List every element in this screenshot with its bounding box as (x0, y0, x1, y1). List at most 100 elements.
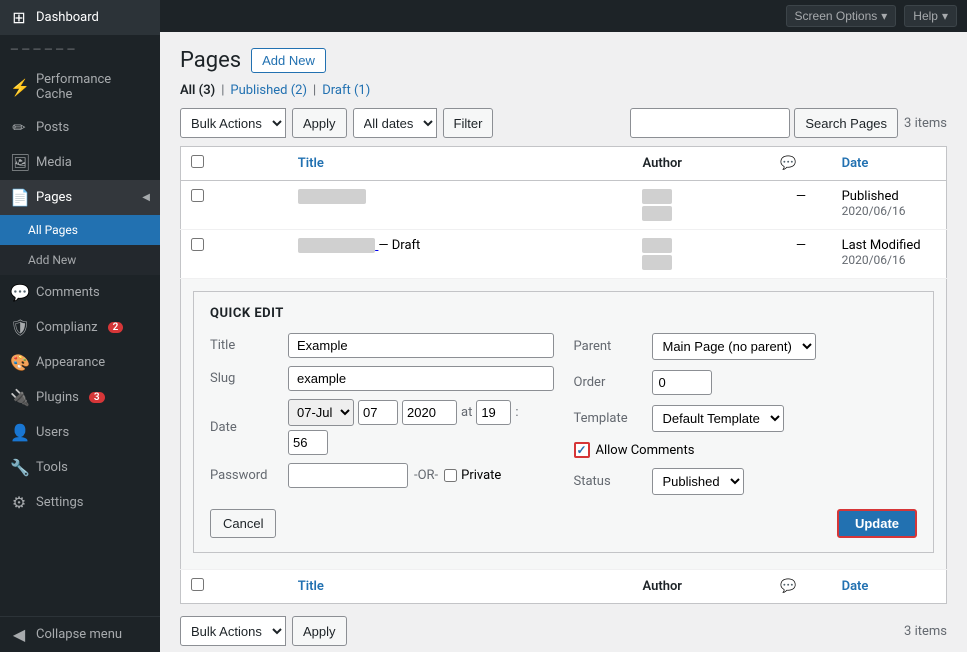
dates-filter-group: All dates Filter (353, 108, 494, 138)
row1-title-link[interactable] (298, 189, 366, 204)
qe-template-select[interactable]: Default Template (652, 405, 784, 432)
sidebar-item-add-new[interactable]: Add New (0, 245, 160, 275)
qe-month-select[interactable]: 07-Jul (288, 399, 354, 426)
sidebar-item-all-pages[interactable]: All Pages (0, 215, 160, 245)
dates-select[interactable]: All dates (353, 108, 437, 138)
sidebar-item-performance-cache[interactable]: ⚡ Performance Cache (0, 64, 160, 110)
sidebar-item-tools[interactable]: 🔧 Tools (0, 450, 160, 485)
apply-button-bottom[interactable]: Apply (292, 616, 347, 646)
qe-year-input[interactable] (402, 400, 457, 425)
qe-seconds-input[interactable] (288, 430, 328, 455)
table-row: — Draft — Last Modified 2020/06/16 (181, 230, 947, 279)
collapse-icon: ◀ (10, 625, 28, 644)
tablenav-bottom: Bulk Actions Apply 3 items (180, 608, 947, 652)
sidebar-item-comments[interactable]: 💬 Comments (0, 275, 160, 310)
pages-table: Title Author 💬 Date (180, 146, 947, 604)
help-arrow-icon: ▾ (942, 9, 948, 23)
qe-date-row: 07-Jul at : (288, 399, 518, 426)
sidebar-item-plugins[interactable]: 🔌 Plugins 3 (0, 380, 160, 415)
qe-order-field: Order (574, 370, 918, 395)
row1-checkbox[interactable] (191, 189, 204, 202)
footer-select-all-checkbox[interactable] (191, 578, 204, 591)
footer-author-col: Author (632, 570, 770, 604)
date-sort-link[interactable]: Date (842, 156, 869, 171)
sidebar-item-posts[interactable]: ✏ Posts (0, 110, 160, 145)
items-count-top: 3 items (904, 116, 947, 131)
qe-slug-label: Slug (210, 371, 280, 386)
search-input[interactable] (630, 108, 790, 138)
comment-icon: 💬 (780, 156, 796, 171)
qe-order-input[interactable] (652, 370, 712, 395)
row1-author-text2 (642, 206, 671, 221)
row1-comment-cell: — (770, 181, 831, 230)
sidebar-item-label: Comments (36, 285, 100, 300)
quick-edit-update-button[interactable]: Update (837, 509, 917, 538)
footer-title-sort-link[interactable]: Title (298, 579, 324, 594)
qe-day-input[interactable] (358, 400, 398, 425)
row1-date-cell: Published 2020/06/16 (832, 181, 947, 230)
sidebar-item-label: Tools (36, 460, 68, 475)
qe-colon: : (515, 405, 518, 420)
sidebar-item-pages[interactable]: 📄 Pages ◀ (0, 180, 160, 215)
qe-private-checkbox[interactable] (444, 469, 457, 482)
search-pages-area: Search Pages (630, 108, 898, 138)
bulk-actions-group: Bulk Actions Apply (180, 108, 347, 138)
qe-slug-field: Slug (210, 366, 554, 391)
sidebar-item-label: Performance Cache (36, 72, 150, 102)
qe-password-label: Password (210, 468, 280, 483)
select-all-checkbox[interactable] (191, 155, 204, 168)
qe-at-label: at (461, 405, 472, 420)
qe-title-input[interactable] (288, 333, 554, 358)
sidebar-item-media[interactable]: 🖼 Media (0, 145, 160, 180)
help-button[interactable]: Help ▾ (904, 5, 957, 27)
qe-allow-comments-checkbox[interactable] (574, 442, 590, 458)
row2-status: Last Modified (842, 238, 921, 253)
qe-password-input[interactable] (288, 463, 408, 488)
sidebar-item-settings[interactable]: ⚙ Settings (0, 485, 160, 520)
sidebar-item-appearance[interactable]: 🎨 Appearance (0, 345, 160, 380)
row2-date-cell: Last Modified 2020/06/16 (832, 230, 947, 279)
bulk-actions-select-top[interactable]: Bulk Actions (180, 108, 286, 138)
sidebar-item-label: Posts (36, 120, 69, 135)
sidebar-item-label: Plugins (36, 390, 79, 405)
sidebar-item-users[interactable]: 👤 Users (0, 415, 160, 450)
tools-icon: 🔧 (10, 458, 28, 477)
qe-parent-select[interactable]: Main Page (no parent) (652, 333, 816, 360)
qe-hour-input[interactable] (476, 400, 511, 425)
apply-button-top[interactable]: Apply (292, 108, 347, 138)
row1-date: 2020/06/16 (842, 204, 906, 218)
quick-edit-cancel-button[interactable]: Cancel (210, 509, 276, 538)
row1-status: Published (842, 189, 899, 204)
row2-author-text2 (642, 255, 671, 270)
all-pages-label: All Pages (28, 223, 78, 237)
dashboard-icon: ⊞ (10, 8, 28, 27)
sidebar-site-name[interactable]: — — — — — — (0, 35, 160, 64)
qe-slug-input[interactable] (288, 366, 554, 391)
row2-title-link[interactable] (298, 238, 379, 253)
footer-date-sort-link[interactable]: Date (842, 579, 869, 594)
qe-date-label: Date (210, 420, 280, 435)
footer-select-all (181, 570, 288, 604)
sidebar-item-complianz[interactable]: 🛡 Complianz 2 (0, 310, 160, 345)
sidebar-item-dashboard[interactable]: ⊞ Dashboard (0, 0, 160, 35)
complianz-icon: 🛡 (10, 318, 28, 337)
filter-published[interactable]: Published (2) (230, 83, 307, 98)
qe-status-field: Status Published (574, 468, 918, 495)
sidebar-item-label: Dashboard (36, 10, 99, 25)
screen-options-button[interactable]: Screen Options ▾ (786, 5, 897, 27)
add-new-page-button[interactable]: Add New (251, 48, 326, 73)
qe-status-select[interactable]: Published (652, 468, 744, 495)
quick-edit-actions: Cancel Update (210, 509, 917, 538)
sidebar-item-label: Complianz (36, 320, 98, 335)
bulk-actions-select-bottom[interactable]: Bulk Actions (180, 616, 286, 646)
title-sort-link[interactable]: Title (298, 156, 324, 171)
filter-all[interactable]: All (3) (180, 83, 215, 98)
filter-draft[interactable]: Draft (1) (322, 83, 370, 98)
filter-nav: All (3) | Published (2) | Draft (1) (180, 83, 947, 98)
sidebar-item-collapse[interactable]: ◀ Collapse menu (0, 616, 160, 652)
filter-button[interactable]: Filter (443, 108, 494, 138)
search-pages-button[interactable]: Search Pages (794, 108, 898, 138)
sidebar-item-label: Users (36, 425, 69, 440)
row2-checkbox[interactable] (191, 238, 204, 251)
sidebar-item-label: Pages (36, 190, 72, 205)
